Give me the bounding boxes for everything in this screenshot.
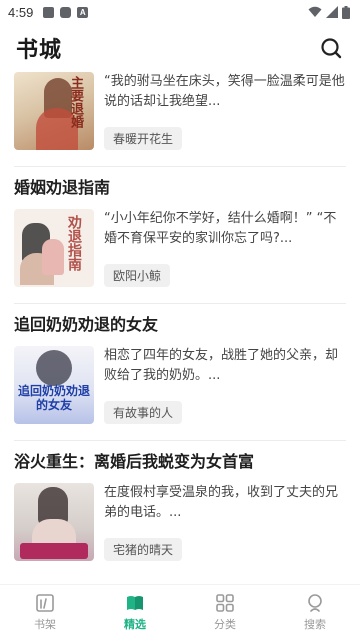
status-time: 4:59 (8, 4, 34, 20)
nav-bookshelf[interactable]: 书架 (0, 585, 90, 640)
nav-label: 搜索 (304, 618, 326, 631)
book-title[interactable]: 婚姻劝退指南 (14, 167, 346, 209)
book-title[interactable]: 追回奶奶劝退的女友 (14, 304, 346, 346)
cover-title-text: 劝退指南 (66, 215, 82, 271)
book-description: 在度假村享受温泉的我，收到了丈夫的兄弟的电话。... (104, 485, 339, 520)
search-icon (321, 38, 342, 59)
bottom-nav: 书架 精选 分类 搜索 (0, 584, 360, 640)
book-description: “我的驸马坐在床头，笑得一脸温柔可是他说的话却让我绝望... (104, 74, 345, 109)
signal-icon (326, 6, 338, 18)
notification-icon (60, 6, 72, 18)
page-title: 书城 (16, 38, 63, 63)
author-tag[interactable]: 有故事的人 (104, 401, 183, 424)
nav-label: 书架 (34, 618, 56, 631)
book-item[interactable]: 追回奶奶劝退的女友 追回奶奶劝退的女友 相恋了四年的女友，战胜了她的父亲，却败给… (0, 304, 360, 441)
book-cover[interactable] (14, 483, 94, 561)
nav-categories[interactable]: 分类 (180, 585, 270, 640)
nav-label: 精选 (124, 618, 146, 631)
book-description: “小小年纪你不学好，结什么婚啊！” “不婚不育保平安的家训你忘了吗?... (104, 211, 337, 246)
book-cover[interactable]: 追回奶奶劝退的女友 (14, 346, 94, 424)
book-description: 相恋了四年的女友，战胜了她的父亲，却败给了我的奶奶。... (104, 348, 339, 383)
author-tag[interactable]: 春暖开花生 (104, 127, 183, 150)
a-icon: A (77, 6, 89, 18)
header: 书城 (0, 24, 360, 72)
wifi-icon (308, 6, 322, 17)
author-tag[interactable]: 宅猪的晴天 (104, 538, 183, 561)
book-item[interactable]: 浴火重生：离婚后我蜕变为女首富 在度假村享受温泉的我，收到了丈夫的兄弟的电话。.… (0, 441, 360, 565)
image-icon (43, 6, 55, 18)
book-item[interactable]: 主要退婚 “我的驸马坐在床头，笑得一脸温柔可是他说的话却让我绝望... 春暖开花… (0, 72, 360, 167)
book-cover[interactable]: 劝退指南 (14, 209, 94, 287)
cover-title-text: 主要退婚 (68, 76, 83, 128)
nav-label: 分类 (214, 618, 236, 631)
nav-featured[interactable]: 精选 (90, 585, 180, 640)
grid-icon (216, 594, 234, 612)
book-item[interactable]: 婚姻劝退指南 劝退指南 “小小年纪你不学好，结什么婚啊！” “不婚不育保平安的家… (0, 167, 360, 304)
battery-icon (342, 5, 350, 19)
book-feed[interactable]: 主要退婚 “我的驸马坐在床头，笑得一脸温柔可是他说的话却让我绝望... 春暖开花… (0, 72, 360, 584)
person-search-icon (308, 594, 322, 612)
book-cover[interactable]: 主要退婚 (14, 72, 94, 150)
author-tag[interactable]: 欧阳小鲸 (104, 264, 171, 287)
cover-title-text: 追回奶奶劝退的女友 (17, 384, 90, 412)
nav-search[interactable]: 搜索 (270, 585, 360, 640)
status-bar: 4:59 A (0, 0, 360, 24)
bookshelf-icon (36, 594, 54, 612)
search-button[interactable] (318, 35, 344, 61)
open-book-icon (127, 596, 143, 610)
book-title[interactable]: 浴火重生：离婚后我蜕变为女首富 (14, 441, 346, 483)
